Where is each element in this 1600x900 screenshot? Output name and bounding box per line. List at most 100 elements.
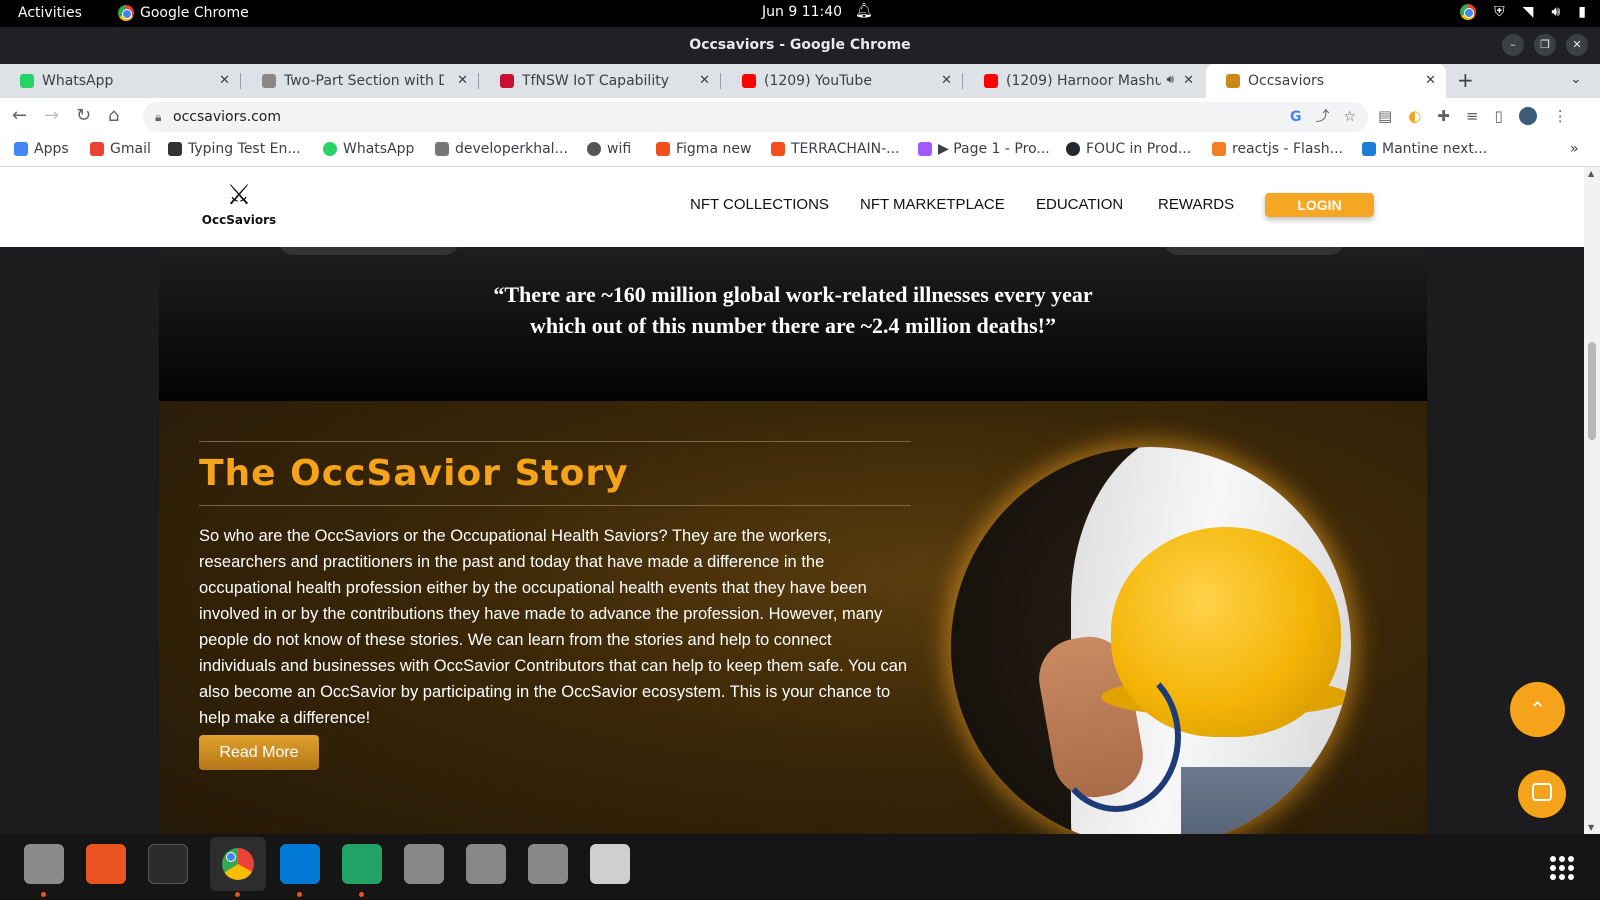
typing-icon — [168, 142, 182, 156]
nav-education[interactable]: EDUCATION — [1036, 196, 1123, 213]
scroll-down-arrow-icon[interactable]: ▼ — [1588, 823, 1594, 832]
globe-icon — [587, 142, 601, 156]
bookmark-apps[interactable]: Apps — [14, 141, 69, 157]
trash-icon[interactable] — [590, 844, 630, 884]
tab-tfnsw[interactable]: TfNSW IoT Capability ✕ — [480, 64, 720, 98]
share-icon[interactable]: ⤴ — [1315, 102, 1329, 132]
more-menu-icon[interactable]: ⋮ — [1553, 107, 1568, 125]
disk-icon[interactable] — [528, 844, 568, 884]
back-icon[interactable]: ← — [12, 105, 27, 126]
home-icon[interactable]: ⌂ — [108, 105, 119, 126]
side-panel-icon[interactable]: ▯ — [1494, 107, 1502, 125]
window-title: Occsaviors - Google Chrome — [689, 37, 911, 53]
system-top-bar: Activities Google Chrome Jun 9 11:40 🔔︎ … — [0, 0, 1600, 27]
audio-playing-icon[interactable]: 🔊︎ — [1166, 72, 1174, 87]
close-tab-icon[interactable]: ✕ — [699, 73, 710, 88]
nsw-icon — [500, 74, 514, 88]
close-tab-icon[interactable]: ✕ — [219, 73, 230, 88]
scroll-to-top-button[interactable]: ⌃ — [1510, 682, 1565, 737]
bookmark-typing-test[interactable]: Typing Test En... — [168, 141, 301, 157]
page-scrollbar[interactable]: ▲ ▼ — [1584, 167, 1600, 834]
extension-icon[interactable]: ◐ — [1408, 107, 1421, 125]
bookmark-label: reactjs - Flash... — [1232, 141, 1344, 157]
close-tab-icon[interactable]: ✕ — [1425, 73, 1436, 88]
nav-rewards[interactable]: REWARDS — [1158, 196, 1234, 213]
tab-search-icon[interactable]: ⌄ — [1570, 71, 1582, 87]
tab-youtube-audio[interactable]: (1209) Harnoor Mashu 🔊︎ ✕ — [964, 64, 1204, 98]
wifi-icon[interactable]: ◥ — [1523, 4, 1534, 20]
terminal-icon[interactable] — [148, 844, 188, 884]
reading-list-icon[interactable]: ≡ — [1466, 107, 1479, 125]
scrollbar-thumb[interactable] — [1588, 342, 1596, 440]
statistic-quote: “There are ~160 million global work-rela… — [493, 282, 1093, 338]
close-button[interactable]: ✕ — [1566, 34, 1588, 56]
minimize-button[interactable]: – — [1502, 34, 1524, 56]
tab-two-part-section[interactable]: Two-Part Section with Div ✕ — [242, 64, 478, 98]
bookmark-wifi[interactable]: wifi — [587, 141, 631, 157]
lock-icon[interactable]: 🔒︎ — [155, 102, 161, 132]
maximize-button[interactable]: ❐ — [1534, 34, 1556, 56]
nav-nft-marketplace[interactable]: NFT MARKETPLACE — [860, 196, 1005, 213]
site-icon — [262, 74, 276, 88]
volume-icon[interactable]: 🔊︎ — [1551, 4, 1560, 20]
scroll-up-arrow-icon[interactable]: ▲ — [1588, 169, 1594, 178]
show-applications-icon[interactable] — [1550, 856, 1574, 880]
bookmark-whatsapp[interactable]: WhatsApp — [323, 141, 414, 157]
bookmark-terrachain[interactable]: TERRACHAIN-... — [771, 141, 900, 157]
tab-title: (1209) Harnoor Mashu — [1006, 73, 1161, 89]
quote-section: “There are ~160 million global work-rela… — [159, 241, 1427, 401]
close-tab-icon[interactable]: ✕ — [1183, 73, 1194, 88]
address-bar[interactable]: 🔒︎ occsaviors.com G ⤴ ☆ — [143, 102, 1368, 132]
bookmark-page1[interactable]: ▶ Page 1 - Pro... — [918, 141, 1050, 157]
shield-icon[interactable]: ⛨ — [1494, 4, 1505, 20]
chat-icon — [1532, 783, 1552, 801]
reload-icon[interactable]: ↻ — [76, 105, 91, 126]
bookmark-reactjs[interactable]: reactjs - Flash... — [1212, 141, 1343, 157]
stackoverflow-icon — [1212, 142, 1226, 156]
tab-title: TfNSW IoT Capability — [522, 73, 669, 89]
puzzle-icon[interactable]: ✚ — [1437, 107, 1450, 125]
forward-icon[interactable]: → — [44, 105, 59, 126]
figma-icon — [918, 142, 932, 156]
logo-text: OccSaviors — [201, 213, 277, 227]
vscode-icon[interactable] — [280, 844, 320, 897]
new-tab-icon[interactable]: + — [1457, 68, 1474, 92]
figma-icon — [771, 142, 785, 156]
bell-icon: 🔔︎ — [855, 3, 873, 19]
winged-shield-icon: ⚔ — [226, 178, 252, 211]
bookmark-label: WhatsApp — [343, 141, 415, 157]
bookmarks-overflow-icon[interactable]: » — [1570, 141, 1579, 157]
software-store-icon[interactable] — [86, 844, 126, 884]
tab-youtube[interactable]: (1209) YouTube ✕ — [722, 64, 962, 98]
stethoscope — [1051, 662, 1181, 812]
files-icon[interactable] — [24, 844, 64, 897]
bookmark-fouc[interactable]: FOUC in Prod... — [1066, 141, 1191, 157]
disk-icon[interactable] — [404, 844, 444, 884]
activities-button[interactable]: Activities — [18, 5, 82, 21]
bookmark-gmail[interactable]: Gmail — [90, 141, 151, 157]
nav-nft-collections[interactable]: NFT COLLECTIONS — [690, 196, 829, 213]
bookmark-mantine[interactable]: Mantine next... — [1362, 141, 1487, 157]
system-tray[interactable]: ⛨ ◥ 🔊︎ ▮ — [1460, 4, 1586, 20]
bookmark-star-icon[interactable]: ☆ — [1343, 102, 1356, 132]
close-tab-icon[interactable]: ✕ — [941, 73, 952, 88]
login-button[interactable]: LOGIN — [1265, 193, 1374, 217]
spreadsheet-icon[interactable] — [342, 844, 382, 897]
chrome-tray-icon[interactable] — [1460, 4, 1477, 20]
avatar[interactable] — [1518, 107, 1537, 125]
bookmark-developerkhal[interactable]: developerkhal... — [435, 141, 568, 157]
app-menu[interactable]: Google Chrome — [118, 5, 249, 21]
tab-whatsapp[interactable]: WhatsApp ✕ — [0, 64, 240, 98]
disk-icon[interactable] — [466, 844, 506, 884]
clock[interactable]: Jun 9 11:40 — [762, 4, 842, 20]
chat-launcher-button[interactable] — [1518, 770, 1566, 818]
bookmark-figma-new[interactable]: Figma new — [656, 141, 751, 157]
read-more-button[interactable]: Read More — [199, 735, 319, 770]
google-lens-icon[interactable]: G — [1290, 102, 1302, 132]
battery-icon[interactable]: ▮ — [1578, 4, 1586, 20]
close-tab-icon[interactable]: ✕ — [457, 73, 468, 88]
chrome-dock-icon[interactable] — [210, 837, 266, 897]
tab-occsaviors[interactable]: Occsaviors ✕ — [1206, 64, 1446, 98]
extension-icon[interactable]: ▤ — [1378, 107, 1392, 125]
occsaviors-logo[interactable]: ⚔ OccSaviors — [196, 177, 282, 237]
